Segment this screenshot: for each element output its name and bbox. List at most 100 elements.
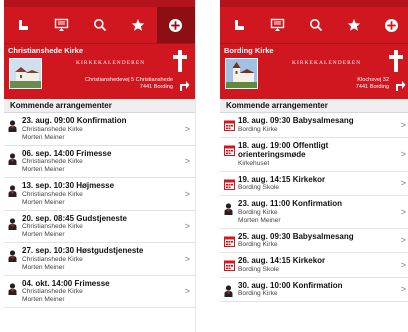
church-photo bbox=[9, 58, 42, 89]
brand-logo-text: KIRKEKALENDEREN bbox=[292, 60, 362, 66]
event-location: Bording Kirke bbox=[238, 208, 278, 216]
event-location: Kirkehuset bbox=[238, 159, 270, 167]
star-icon bbox=[347, 19, 361, 31]
church-name: Bording Kirke bbox=[224, 46, 274, 55]
church-icon bbox=[235, 20, 245, 30]
church-tab-button[interactable] bbox=[220, 7, 258, 43]
priest-icon bbox=[8, 120, 17, 132]
screen-icon bbox=[270, 18, 284, 31]
event-location: Christianshede Kirke bbox=[22, 255, 83, 263]
event-location: Christianshede Kirke bbox=[22, 125, 83, 133]
event-item[interactable]: 27. sep. 10:30 Høstgudstjeneste Christia… bbox=[4, 243, 195, 276]
priest-icon bbox=[8, 185, 17, 197]
event-person: Morten Meiner bbox=[238, 216, 281, 224]
section-header: Kommende arrangementer bbox=[4, 99, 195, 113]
event-location: Bording Kirke bbox=[238, 290, 278, 297]
event-location: Bording Skole bbox=[238, 265, 280, 273]
event-item[interactable]: 18. aug. 19:00 Offentligt orienteringsmø… bbox=[220, 138, 408, 172]
cross-logo-icon bbox=[173, 50, 187, 72]
event-person: Morten Meiner bbox=[22, 263, 65, 271]
event-item[interactable]: 25. aug. 09:30 Babysalmesang Bording Kir… bbox=[220, 229, 408, 253]
chevron-right-icon: > bbox=[400, 149, 406, 159]
chevron-right-icon: > bbox=[400, 235, 406, 246]
event-title: 25. aug. 09:30 Babysalmesang bbox=[238, 231, 354, 241]
add-tab-button[interactable] bbox=[156, 7, 195, 43]
chevron-right-icon: > bbox=[400, 119, 406, 130]
event-title: 27. sep. 10:30 Høstgudstjeneste bbox=[22, 246, 144, 255]
add-circle-icon bbox=[169, 18, 183, 32]
event-location: Christianshede Kirke bbox=[22, 190, 83, 198]
event-item[interactable]: 13. sep. 10:30 Højmesse Christianshede K… bbox=[4, 178, 195, 211]
toolbar bbox=[220, 7, 408, 43]
calendar-icon bbox=[224, 145, 235, 156]
event-person: Morten Meiner bbox=[22, 231, 65, 238]
event-title: 20. sep. 08:45 Gudstjeneste bbox=[22, 213, 127, 223]
event-title: 06. sep. 14:00 Frimesse bbox=[22, 148, 112, 158]
event-title: 13. sep. 10:30 Højmesse bbox=[22, 181, 115, 190]
chevron-right-icon: > bbox=[184, 123, 190, 134]
event-item[interactable]: 19. aug. 14:15 Kirkekor Bording Skole > bbox=[220, 172, 408, 196]
event-item[interactable]: 04. okt. 14:00 Frimesse Christianshede K… bbox=[4, 276, 195, 308]
event-item[interactable]: 06. sep. 14:00 Frimesse Christianshede K… bbox=[4, 146, 195, 178]
chevron-right-icon: > bbox=[400, 206, 406, 217]
event-item[interactable]: 23. aug. 09:00 Konfirmation Christianshe… bbox=[4, 113, 195, 146]
favorites-tab-button[interactable] bbox=[119, 7, 157, 43]
screen-icon bbox=[54, 18, 68, 31]
search-tab-button[interactable] bbox=[80, 7, 118, 43]
event-item[interactable]: 20. sep. 08:45 Gudstjeneste Christianshe… bbox=[4, 211, 195, 243]
calendar-icon bbox=[224, 236, 235, 247]
priest-icon bbox=[8, 217, 17, 230]
event-location: Christianshede Kirke bbox=[22, 223, 83, 230]
search-icon bbox=[309, 19, 322, 32]
address-city: 7441 Bording bbox=[355, 84, 389, 90]
church-header: Christianshede Kirke KIRKEKALENDEREN Chr… bbox=[4, 43, 195, 99]
address-city: 7441 Bording bbox=[139, 84, 173, 90]
event-title: 18. aug. 09:30 Babysalmesang bbox=[238, 116, 354, 125]
chevron-right-icon: > bbox=[400, 178, 406, 189]
event-list: 18. aug. 09:30 Babysalmesang Bording Kir… bbox=[220, 113, 408, 302]
chevron-right-icon: > bbox=[400, 284, 406, 295]
cross-logo-icon bbox=[389, 50, 403, 72]
church-name: Christianshede Kirke bbox=[8, 46, 84, 55]
event-item[interactable]: 26. aug. 14:15 Kirkekor Bording Skole > bbox=[220, 253, 408, 278]
event-location: Bording Kirke bbox=[238, 241, 278, 248]
church-tab-button[interactable] bbox=[4, 7, 42, 43]
chevron-right-icon: > bbox=[400, 259, 406, 270]
church-header: Bording Kirke KIRKEKALENDEREN Klochsvej … bbox=[220, 43, 408, 99]
star-icon bbox=[131, 19, 145, 31]
event-person: Morten Meiner bbox=[22, 166, 65, 173]
address-street: Christianshedevej 5 Christianshede bbox=[85, 77, 173, 83]
event-item[interactable]: 23. aug. 11:00 Konfirmation Bording Kirk… bbox=[220, 196, 408, 229]
phone-screen-bording: Bording Kirke KIRKEKALENDEREN Klochsvej … bbox=[220, 0, 408, 332]
event-item[interactable]: 30. aug. 10:00 Konfirmation Bording Kirk… bbox=[220, 278, 408, 302]
chevron-right-icon: > bbox=[184, 221, 190, 232]
priest-icon bbox=[8, 282, 17, 295]
calendar-icon bbox=[224, 120, 235, 131]
brand-logo-text: KIRKEKALENDEREN bbox=[76, 60, 146, 66]
calendar-icon bbox=[224, 179, 235, 190]
event-title: 19. aug. 14:15 Kirkekor bbox=[238, 174, 326, 184]
add-circle-icon bbox=[385, 18, 399, 32]
search-tab-button[interactable] bbox=[296, 7, 334, 43]
directions-icon[interactable] bbox=[178, 79, 190, 91]
priest-icon bbox=[224, 284, 233, 297]
event-title: 23. aug. 11:00 Konfirmation bbox=[238, 199, 343, 208]
priest-icon bbox=[224, 203, 233, 215]
priest-icon bbox=[8, 250, 17, 262]
screen-tab-button[interactable] bbox=[42, 7, 80, 43]
directions-icon[interactable] bbox=[394, 79, 406, 91]
event-location: Christianshede Kirke bbox=[22, 288, 83, 295]
status-bar bbox=[220, 0, 408, 7]
event-person: Morten Meiner bbox=[22, 133, 65, 141]
toolbar bbox=[4, 7, 195, 43]
church-address: Christianshedevej 5 Christianshede 7441 … bbox=[85, 77, 173, 91]
event-item[interactable]: 18. aug. 09:30 Babysalmesang Bording Kir… bbox=[220, 113, 408, 138]
screen-tab-button[interactable] bbox=[258, 7, 296, 43]
favorites-tab-button[interactable] bbox=[335, 7, 373, 43]
church-icon bbox=[19, 20, 29, 30]
event-title: 23. aug. 09:00 Konfirmation bbox=[22, 116, 127, 125]
add-tab-button[interactable] bbox=[373, 7, 408, 43]
church-photo bbox=[225, 58, 258, 89]
priest-icon bbox=[8, 152, 17, 165]
event-title: 26. aug. 14:15 Kirkekor bbox=[238, 256, 326, 265]
